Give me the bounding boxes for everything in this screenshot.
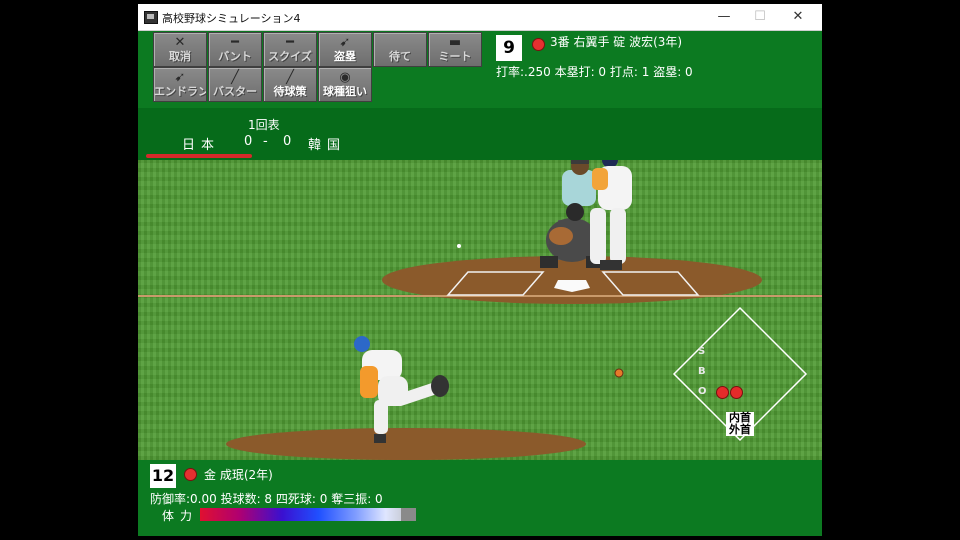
command-button-8[interactable]: ╱ 待球策 <box>263 67 317 102</box>
inning-label: 1回表 <box>248 118 280 132</box>
command-label: 待球策 <box>273 85 307 98</box>
command-button-9[interactable]: ◉ 球種狙い <box>318 67 372 102</box>
minimize-button[interactable]: — <box>706 6 742 28</box>
command-label: エンドラン <box>154 85 207 98</box>
pitcher-name: 金 成珉(2年) <box>204 468 273 482</box>
command-label: 取消 <box>169 50 191 63</box>
command-label: 盗塁 <box>334 50 356 63</box>
command-button-5[interactable]: ▬ ミート <box>428 32 482 67</box>
batter-condition-icon <box>532 38 545 51</box>
home-score: 0 <box>244 134 253 149</box>
pitcher-number: 12 <box>150 464 176 488</box>
maximize-button[interactable]: ☐ <box>742 6 778 28</box>
pitcher-stats: 防御率:0.00 投球数: 8 四死球: 0 奪三振: 0 <box>150 492 383 506</box>
command-label: ミート <box>438 50 472 63</box>
ball <box>457 244 461 248</box>
playing-field: S B O 内首外首 <box>138 160 822 460</box>
ball-label: B <box>698 366 706 377</box>
game-window: 高校野球シミュレーション4 — ☐ ✕ ✕ 取消 ━ バント ━ スクイズ ➹ 盗塁 待て ▬ ミー… <box>138 4 822 536</box>
pitcher-hud: 12 金 成珉(2年) 防御率:0.00 投球数: 8 四死球: 0 奪三振: … <box>138 460 822 536</box>
aim-cursor[interactable] <box>614 368 624 378</box>
app-icon <box>144 11 158 24</box>
scoreboard: 1回表 日本 0 - 0 韓国 <box>138 108 822 160</box>
title-bar: 高校野球シミュレーション4 — ☐ ✕ <box>138 4 822 31</box>
command-button-2[interactable]: ━ スクイズ <box>263 32 317 67</box>
stamina-label: 体力 <box>162 509 199 523</box>
batter-hud: ✕ 取消 ━ バント ━ スクイズ ➹ 盗塁待て ▬ ミート ➹ エンドラン ╱ バスター ╱ 待球策 ◉ 球種狙… <box>138 31 822 108</box>
command-button-6[interactable]: ➹ エンドラン <box>153 67 207 102</box>
command-button-7[interactable]: ╱ バスター <box>208 67 262 102</box>
batter-number: 9 <box>496 35 522 61</box>
command-button-1[interactable]: ━ バント <box>208 32 262 67</box>
pitcher-figure <box>354 336 449 443</box>
batting-team-indicator <box>146 154 252 158</box>
batter-info: 3番 右翼手 碇 波宏(3年) <box>550 35 683 49</box>
command-label: バント <box>218 50 252 63</box>
close-button[interactable]: ✕ <box>780 6 816 28</box>
pitcher-condition-icon <box>184 468 197 481</box>
away-team-name: 韓国 <box>308 138 347 153</box>
command-button-3[interactable]: ➹ 盗塁 <box>318 32 372 67</box>
window-title: 高校野球シミュレーション4 <box>162 12 301 25</box>
home-team-name: 日本 <box>182 138 221 153</box>
pitchers-mound <box>226 428 586 460</box>
away-score: 0 <box>283 134 292 149</box>
out-label: O <box>698 386 707 397</box>
command-label: 待て <box>389 50 411 63</box>
score-separator: - <box>263 134 268 149</box>
command-button-4[interactable]: 待て <box>373 32 427 67</box>
pitch-zone-label: 内首外首 <box>726 412 754 436</box>
command-button-0[interactable]: ✕ 取消 <box>153 32 207 67</box>
command-label: バスター <box>213 85 257 98</box>
batter-figure <box>590 160 632 270</box>
stamina-bar-empty <box>400 508 416 521</box>
strike-label: S <box>698 346 706 357</box>
batter-stats: 打率:.250 本塁打: 0 打点: 1 盗塁: 0 <box>496 65 693 79</box>
command-label: 球種狙い <box>323 85 367 98</box>
out-lamp <box>716 386 729 399</box>
stamina-bar <box>200 508 416 521</box>
command-label: スクイズ <box>268 50 312 63</box>
out-lamp <box>730 386 743 399</box>
